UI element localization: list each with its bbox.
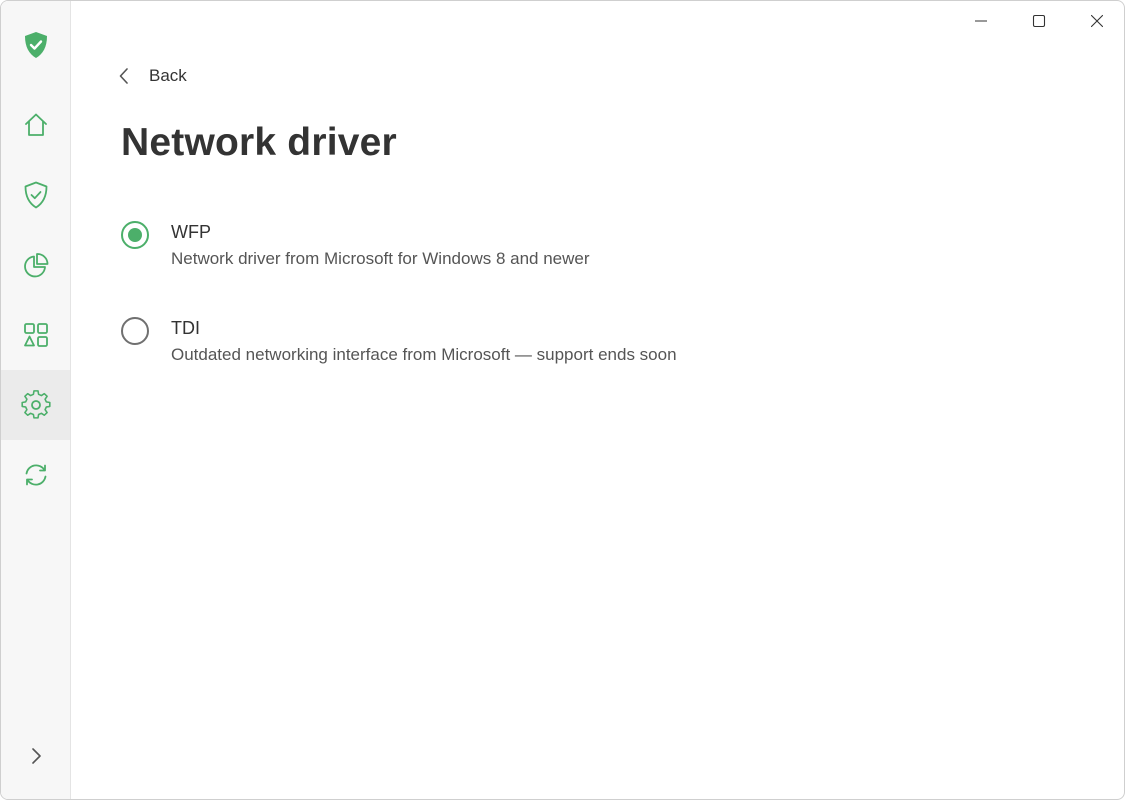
shapes-icon [23, 323, 48, 347]
maximize-button[interactable] [1010, 1, 1068, 41]
close-icon [1090, 14, 1104, 28]
app-window: Back Network driver WFP Network driver f… [0, 0, 1125, 800]
refresh-icon [25, 464, 46, 486]
option-tdi[interactable]: TDI Outdated networking interface from M… [121, 317, 677, 366]
option-description: Network driver from Microsoft for Window… [171, 249, 590, 268]
option-description: Outdated networking interface from Micro… [171, 345, 677, 364]
sidebar-expand-button[interactable] [1, 721, 70, 791]
gear-icon [20, 390, 51, 419]
minimize-button[interactable] [952, 1, 1010, 41]
option-title: TDI [171, 318, 200, 338]
sidebar-item-home[interactable] [1, 90, 70, 160]
shield-check-icon [24, 181, 47, 209]
back-label: Back [149, 66, 187, 85]
home-icon [24, 113, 47, 136]
back-button[interactable]: Back [117, 63, 187, 89]
minimize-icon [975, 20, 987, 22]
option-wfp[interactable]: WFP Network driver from Microsoft for Wi… [121, 221, 590, 270]
wfp-radio[interactable] [121, 221, 149, 249]
chevron-right-icon [31, 748, 41, 764]
page-title: Network driver [121, 121, 397, 164]
app-logo [1, 10, 70, 80]
radio-selected-dot [128, 228, 142, 242]
close-button[interactable] [1068, 1, 1124, 41]
sidebar-item-settings[interactable] [1, 370, 70, 440]
chevron-left-icon [119, 68, 128, 84]
sidebar-item-updates[interactable] [1, 440, 70, 510]
sidebar-item-statistics[interactable] [1, 230, 70, 300]
sidebar-item-protection[interactable] [1, 160, 70, 230]
maximize-icon [1032, 14, 1046, 28]
shield-check-icon [24, 32, 47, 58]
tdi-radio[interactable] [121, 317, 149, 345]
option-title: WFP [171, 222, 211, 242]
pie-chart-icon [23, 253, 48, 278]
sidebar-item-apps[interactable] [1, 300, 70, 370]
sidebar [1, 1, 71, 799]
